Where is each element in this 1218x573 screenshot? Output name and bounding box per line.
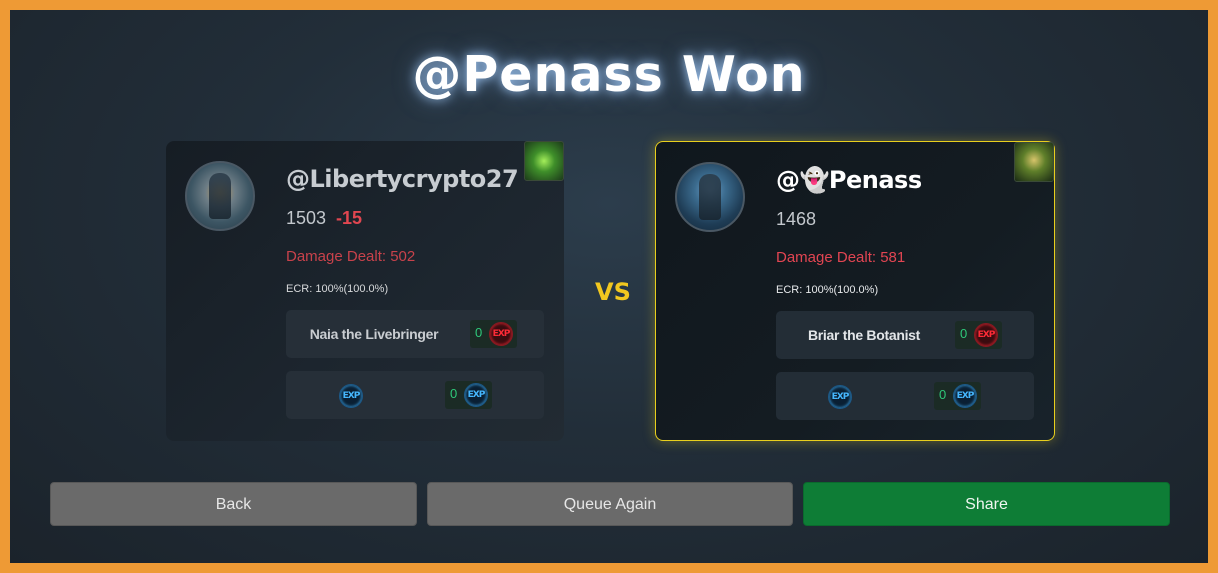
exp-blue-icon: EXP [339, 384, 363, 408]
rating-value: 1468 [776, 209, 817, 229]
player-rating: 1468 [776, 209, 826, 230]
hero-xp-row: Briar the Botanist 0 EXP [776, 311, 1034, 359]
vs-label: VS [595, 278, 631, 306]
share-button[interactable]: Share [803, 482, 1170, 526]
ecr-value: ECR: 100%(100.0%) [776, 284, 879, 296]
hero-xp-badge: 0 EXP [955, 321, 1002, 349]
unit-xp-row: EXP 0 EXP [286, 371, 544, 419]
rating-value: 1503 [286, 208, 327, 228]
summoner-card-thumbnail [524, 141, 564, 181]
player-rating: 1503 -15 [286, 208, 362, 229]
hero-name: Briar the Botanist [807, 327, 921, 343]
damage-dealt: Damage Dealt: 581 [776, 249, 906, 266]
back-button[interactable]: Back [50, 482, 417, 526]
player-card-winner: @👻Penass 1468 Damage Dealt: 581 ECR: 100… [655, 141, 1055, 441]
result-title: @Penass Won [412, 46, 806, 103]
unit-xp-badge: 0 EXP [445, 381, 492, 409]
hero-xp-badge: 0 EXP [470, 320, 517, 348]
unit-xp-value: 0 [450, 386, 458, 401]
hero-xp-value: 0 [960, 326, 968, 341]
player-avatar [185, 161, 255, 231]
exp-red-icon: EXP [974, 323, 998, 347]
exp-red-icon: EXP [489, 322, 513, 346]
hero-xp-value: 0 [475, 325, 483, 340]
battle-result-panel: @Penass Won @Libertycrypto27 1503 -15 Dam… [10, 10, 1208, 563]
unit-xp-value: 0 [939, 387, 947, 402]
summoner-card-thumbnail [1014, 142, 1054, 182]
player-name: @👻Penass [776, 166, 922, 194]
unit-xp-badge: 0 EXP [934, 382, 981, 410]
player-avatar [675, 162, 745, 232]
rating-delta: -15 [336, 208, 363, 228]
player-card-loser: @Libertycrypto27 1503 -15 Damage Dealt: 5… [166, 141, 564, 441]
player-name: @Libertycrypto27 [286, 165, 519, 193]
damage-dealt: Damage Dealt: 502 [286, 248, 416, 265]
exp-blue-icon: EXP [953, 384, 977, 408]
exp-blue-icon: EXP [464, 383, 488, 407]
hero-xp-row: Naia the Livebringer 0 EXP [286, 310, 544, 358]
ecr-value: ECR: 100%(100.0%) [286, 283, 389, 295]
hero-name: Naia the Livebringer [309, 326, 439, 342]
unit-xp-row: EXP 0 EXP [776, 372, 1034, 420]
exp-blue-icon: EXP [828, 385, 852, 409]
queue-again-button[interactable]: Queue Again [427, 482, 793, 526]
